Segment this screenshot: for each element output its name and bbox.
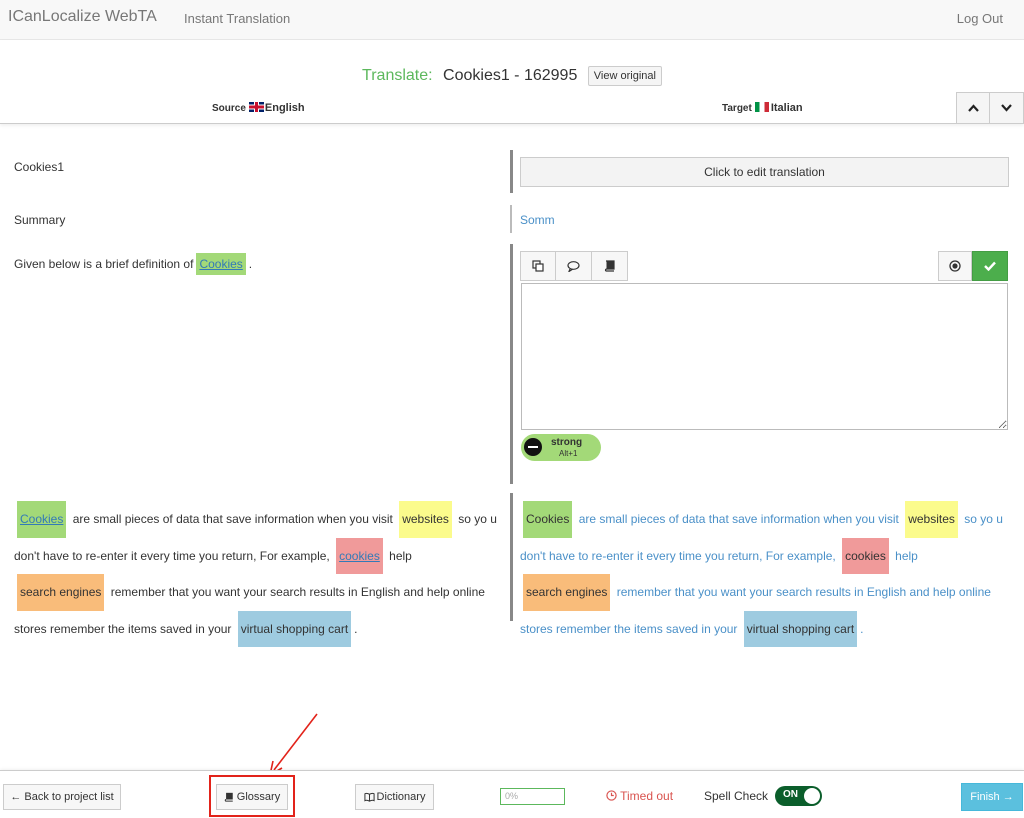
target-prefix: Target [722,103,752,114]
dictionary-button[interactable]: Dictionary [355,784,434,810]
translation-editor[interactable] [521,283,1008,430]
next-segment-button[interactable] [990,92,1024,124]
dictionary-label: Dictionary [376,791,426,803]
row-divider [510,244,513,484]
editor-toolbar [520,251,628,281]
term-cookies[interactable]: Cookies [523,501,573,538]
glossary-term[interactable]: Cookies [17,501,67,538]
toggle-knob [804,788,820,804]
edit-translation-button[interactable]: Click to edit translation [520,157,1009,187]
page-title: Translate: Cookies1 - 162995 View origin… [0,66,1024,89]
row-divider [510,493,513,621]
progress-bar: 0% [500,788,565,805]
check-icon [984,261,996,271]
translate-header: Translate: Cookies1 - 162995 View origin… [0,40,1024,124]
comment-button[interactable] [556,251,592,281]
back-to-project-list-button[interactable]: ← Back to project list [3,784,121,810]
finish-button[interactable]: Finish → [961,783,1023,811]
project-name: Cookies1 - 162995 [443,67,578,84]
source-paragraph: Cookies are small pieces of data that sa… [14,501,504,647]
glossary-term[interactable]: cookies [336,537,383,574]
source-language: Source English [212,102,305,114]
definition-period: . [248,257,253,271]
glossary-term-link[interactable]: Cookies [199,257,242,271]
paragraph-text: . [860,621,864,636]
title-label: Translate: [362,67,433,84]
source-lang-name: English [264,102,305,114]
logout-link[interactable]: Log Out [957,11,1003,26]
paragraph-text: help [389,548,412,563]
row-divider [510,150,513,193]
minus-circle-icon [524,438,542,456]
italy-flag-icon [754,102,769,112]
copy-icon [532,260,544,272]
toggle-radio-button[interactable] [938,251,972,281]
timed-out-status: Timed out [606,789,673,803]
copy-source-button[interactable] [520,251,556,281]
spell-check-label: Spell Check [704,789,769,803]
glossary-term-link[interactable]: cookies [339,549,380,563]
paragraph-text: are small pieces of data that save infor… [578,512,899,526]
strong-tag-button[interactable]: strong Alt+1 [521,434,601,461]
bottom-toolbar: ← Back to project list Glossary Dictiona… [0,770,1024,818]
tag-name: strong [551,437,583,448]
term-websites[interactable]: websites [905,501,958,538]
glossary-book-button[interactable] [592,251,628,281]
tag-shortcut: Alt+1 [559,449,578,458]
comment-icon [567,260,580,272]
radio-icon [949,260,961,272]
definition-text: Given below is a brief definition of [14,257,194,271]
term-cookies[interactable]: cookies [842,537,889,574]
paragraph-text: are small pieces of data that save infor… [72,512,393,526]
clock-icon [606,790,617,801]
chevron-up-icon [967,104,979,112]
toggle-state: ON [783,789,798,800]
segment-nav [956,92,1024,124]
target-lang-name: Italian [770,102,803,114]
source-summary-text: Summary [14,213,66,227]
uk-flag-icon [248,102,264,112]
term-websites[interactable]: websites [399,501,452,538]
timed-out-label: Timed out [620,789,674,803]
source-definition: Given below is a brief definition of Cook… [14,253,252,275]
brand-logo[interactable]: ICanLocalize WebTA [8,8,157,26]
view-original-button[interactable]: View original [587,66,662,86]
target-paragraph[interactable]: Cookies are small pieces of data that sa… [520,501,1010,647]
paragraph-text: help [895,548,918,563]
glossary-term[interactable]: Cookies [196,253,246,275]
highlight-annotation-box [209,775,295,817]
previous-segment-button[interactable] [956,92,990,124]
term-search-engines[interactable]: search engines [523,574,611,611]
paragraph-text: . [354,621,358,636]
chevron-down-icon [1001,104,1012,112]
editor-actions [938,251,1008,281]
save-translation-button[interactable] [972,251,1008,281]
instant-translation-link[interactable]: Instant Translation [184,11,290,26]
target-language: Target Italian [722,102,803,114]
source-title-text: Cookies1 [14,160,65,174]
target-summary-text[interactable]: Somm [520,213,555,227]
glossary-term-link[interactable]: Cookies [20,512,63,526]
open-book-icon [363,792,375,802]
term-shopping-cart[interactable]: virtual shopping cart [237,610,352,647]
row-divider [510,205,512,233]
term-search-engines[interactable]: search engines [17,574,105,611]
spell-check-toggle[interactable]: ON [775,786,822,806]
book-icon [604,260,615,272]
top-navbar: ICanLocalize WebTA Instant Translation L… [0,0,1024,40]
source-prefix: Source [212,103,246,114]
term-shopping-cart[interactable]: virtual shopping cart [743,610,858,647]
